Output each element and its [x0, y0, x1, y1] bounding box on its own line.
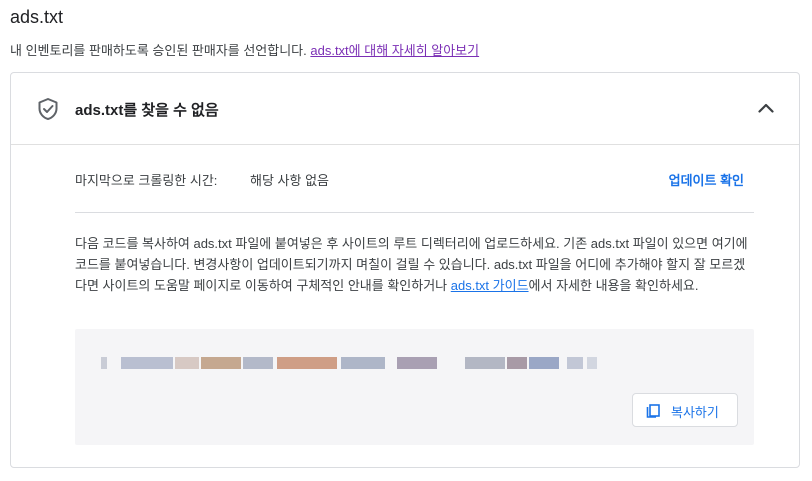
divider	[75, 212, 754, 213]
subtitle-text: 내 인벤토리를 판매하도록 승인된 판매자를 선언합니다.	[10, 43, 311, 58]
check-update-button[interactable]: 업데이트 확인	[669, 170, 744, 189]
page-subtitle: 내 인벤토리를 판매하도록 승인된 판매자를 선언합니다. ads.txt에 대…	[10, 40, 479, 59]
page-title: ads.txt	[10, 7, 64, 27]
code-snippet-text[interactable]	[101, 353, 601, 373]
copy-button-label: 복사하기	[671, 405, 719, 420]
code-snippet-box: 복사하기	[75, 329, 754, 445]
ads-txt-guide-link[interactable]: ads.txt 가이드	[451, 278, 529, 293]
ads-txt-card: ads.txt를 찾을 수 없음 마지막으로 크롤링한 시간: 해당 사항 없음…	[10, 72, 800, 468]
instructions-text-part2: 에서 자세한 내용을 확인하세요.	[528, 278, 699, 293]
copy-icon	[646, 404, 660, 418]
chevron-up-icon[interactable]	[757, 99, 775, 117]
shield-icon	[38, 98, 58, 120]
last-crawl-value: 해당 사항 없음	[250, 173, 329, 188]
instructions-text: 다음 코드를 복사하여 ads.txt 파일에 붙여넣은 후 사이트의 루트 디…	[75, 233, 755, 296]
last-crawl-label: 마지막으로 크롤링한 시간:	[75, 173, 218, 188]
learn-more-link[interactable]: ads.txt에 대해 자세히 알아보기	[310, 43, 479, 58]
copy-button[interactable]: 복사하기	[632, 393, 738, 427]
card-header[interactable]: ads.txt를 찾을 수 없음	[11, 73, 799, 145]
card-header-title: ads.txt를 찾을 수 없음	[75, 102, 219, 119]
